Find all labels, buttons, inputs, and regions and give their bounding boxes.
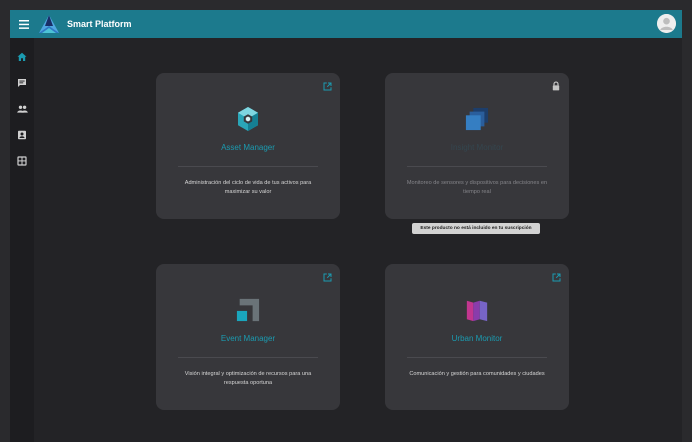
product-title: Event Manager bbox=[220, 334, 276, 343]
app-title: Smart Platform bbox=[67, 19, 132, 29]
product-card-asset-manager[interactable]: Asset Manager Administración del ciclo d… bbox=[156, 73, 340, 219]
corner-squares-icon bbox=[236, 297, 260, 323]
open-external-icon bbox=[323, 273, 331, 281]
divider bbox=[407, 166, 547, 167]
divider bbox=[178, 357, 318, 358]
menu-button[interactable] bbox=[14, 10, 34, 38]
product-card-event-manager[interactable]: Event Manager Visión integral y optimiza… bbox=[156, 264, 340, 410]
product-description: Administración del ciclo de vida de tus … bbox=[184, 180, 312, 195]
grid-icon bbox=[17, 156, 27, 166]
open-external-icon bbox=[323, 82, 331, 90]
home-icon bbox=[17, 52, 27, 61]
lock-icon bbox=[552, 81, 560, 91]
sidebar-item-contacts[interactable] bbox=[10, 122, 34, 148]
product-title: Asset Manager bbox=[221, 143, 275, 152]
divider bbox=[178, 166, 318, 167]
contact-card-icon bbox=[18, 130, 26, 140]
stacked-squares-icon bbox=[465, 106, 489, 132]
subscription-tooltip: Este producto no está incluido en tu sus… bbox=[412, 223, 540, 234]
locked-indicator bbox=[551, 81, 561, 91]
product-card-urban-monitor[interactable]: Urban Monitor Comunicación y gestión par… bbox=[385, 264, 569, 410]
open-product-button[interactable] bbox=[322, 81, 332, 91]
product-description: Monitoreo de sensores y dispositivos par… bbox=[406, 180, 548, 195]
app-frame: Smart Platform Asset Manager Administrac… bbox=[10, 10, 682, 442]
sidebar-item-people[interactable] bbox=[10, 96, 34, 122]
cube-icon bbox=[236, 106, 260, 132]
product-description: Comunicación y gestión para comunidades … bbox=[409, 371, 545, 377]
book-icon bbox=[465, 297, 489, 323]
chat-icon bbox=[18, 79, 26, 87]
sidebar-item-home[interactable] bbox=[10, 44, 34, 70]
sidebar bbox=[10, 38, 34, 442]
product-card-insight-monitor[interactable]: Insight Monitor Monitoreo de sensores y … bbox=[385, 73, 569, 219]
platform-logo-icon bbox=[38, 13, 60, 35]
people-icon bbox=[16, 105, 28, 113]
product-description: Visión integral y optimización de recurs… bbox=[184, 371, 312, 386]
user-avatar[interactable] bbox=[657, 14, 676, 33]
sidebar-item-messages[interactable] bbox=[10, 70, 34, 96]
open-external-icon bbox=[552, 273, 560, 281]
divider bbox=[407, 357, 547, 358]
open-product-button[interactable] bbox=[551, 272, 561, 282]
product-title: Insight Monitor bbox=[450, 143, 504, 152]
hamburger-menu-icon bbox=[19, 19, 29, 29]
sidebar-item-dashboard[interactable] bbox=[10, 148, 34, 174]
open-product-button[interactable] bbox=[322, 272, 332, 282]
top-app-bar: Smart Platform bbox=[10, 10, 682, 38]
user-avatar-icon bbox=[657, 14, 676, 33]
product-title: Urban Monitor bbox=[451, 334, 503, 343]
